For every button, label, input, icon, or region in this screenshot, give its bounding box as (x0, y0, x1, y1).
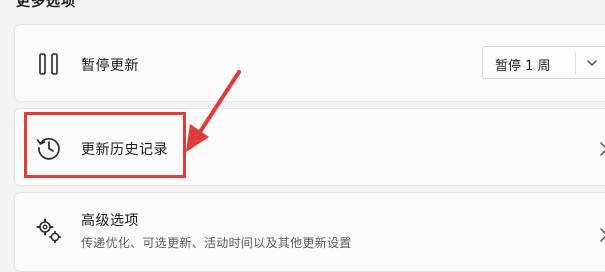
pause-updates-label: 暂停更新 (81, 58, 139, 74)
pause-duration-dropdown[interactable]: 暂停 1 周 (482, 46, 605, 79)
section-title: 更多选项 (16, 0, 76, 10)
advanced-options-row[interactable]: 高级选项 传递优化、可选更新、活动时间以及其他更新设置 (14, 192, 605, 272)
pause-updates-row: 暂停更新 暂停 1 周 (14, 24, 605, 102)
dropdown-divider (575, 52, 576, 74)
pause-duration-value: 暂停 1 周 (495, 59, 551, 74)
gears-icon (36, 218, 62, 244)
update-history-row[interactable]: 更新历史记录 (14, 108, 605, 186)
chevron-right-icon (600, 142, 605, 156)
update-history-label: 更新历史记录 (81, 142, 168, 158)
advanced-options-description: 传递优化、可选更新、活动时间以及其他更新设置 (81, 236, 352, 250)
pause-icon (39, 53, 58, 75)
chevron-down-icon[interactable] (585, 56, 599, 70)
history-clock-icon (36, 137, 60, 160)
advanced-options-label: 高级选项 (81, 213, 139, 229)
chevron-right-icon (600, 228, 605, 242)
